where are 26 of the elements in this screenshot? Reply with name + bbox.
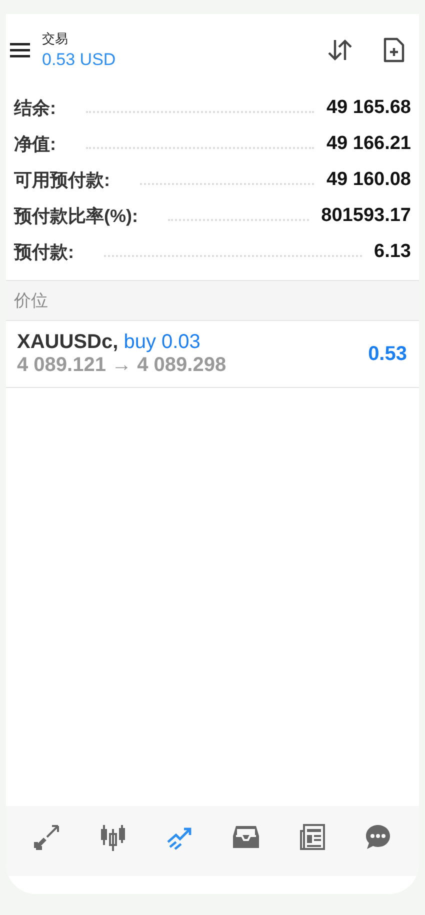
new-document-icon[interactable] bbox=[383, 37, 405, 63]
position-symbol: XAUUSDc, bbox=[17, 331, 118, 353]
menu-icon[interactable] bbox=[10, 42, 30, 58]
summary-label: 预付款: bbox=[14, 241, 74, 264]
candlestick-icon[interactable] bbox=[99, 823, 128, 851]
position-prices: 4 089.121 → 4 089.298 bbox=[17, 354, 228, 377]
sort-icon[interactable] bbox=[327, 38, 353, 62]
summary-label: 结余: bbox=[14, 97, 56, 120]
summary-label: 净值: bbox=[14, 133, 56, 156]
inbox-icon[interactable] bbox=[232, 823, 260, 851]
diagonal-arrows-icon[interactable] bbox=[33, 823, 62, 851]
chat-bubble-icon[interactable] bbox=[364, 823, 392, 851]
summary-value: 49 160.08 bbox=[326, 169, 411, 191]
summary-value: 6.13 bbox=[374, 241, 411, 263]
screen-title: 交易 bbox=[42, 30, 69, 48]
position-profit: 0.53 bbox=[368, 342, 407, 366]
summary-value: 801593.17 bbox=[321, 205, 411, 227]
newspaper-icon[interactable] bbox=[298, 823, 326, 851]
position-order: buy 0.03 bbox=[124, 331, 200, 353]
summary-value: 49 165.68 bbox=[326, 97, 411, 119]
position-row[interactable]: XAUUSDc, buy 0.03 4 089.121 → 4 089.298 0.53 bbox=[6, 321, 419, 388]
summary-label: 预付款比率(%): bbox=[14, 205, 138, 228]
section-header: 价位 bbox=[6, 280, 419, 321]
total-profit: 0.53 USD bbox=[42, 50, 117, 70]
summary-label: 可用预付款: bbox=[14, 169, 110, 192]
summary-value: 49 166.21 bbox=[326, 133, 411, 155]
